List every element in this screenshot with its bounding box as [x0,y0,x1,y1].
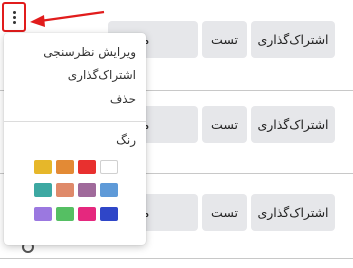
menu-divider [4,121,146,122]
options-dropdown-menu: ویرایش نظرسنجی اشتراک‌گذاری حذف رنگ [4,33,146,245]
color-swatch[interactable] [78,183,96,197]
share-button[interactable]: اشتراک‌گذاری [251,21,335,58]
share-button-label: اشتراک‌گذاری [257,32,329,47]
row-divider [0,258,353,259]
test-button-label: تست [211,205,238,220]
test-button[interactable]: تست [202,194,247,231]
color-swatch[interactable] [34,160,52,174]
menu-item-share[interactable]: اشتراک‌گذاری [68,68,136,82]
color-swatch[interactable] [56,207,74,221]
menu-item-delete[interactable]: حذف [110,92,136,106]
menu-item-label: حذف [109,92,136,106]
color-label: رنگ [116,133,136,147]
share-button-label: اشتراک‌گذاری [257,117,329,132]
color-swatch[interactable] [78,160,96,174]
color-swatch[interactable] [56,160,74,174]
menu-item-label: اشتراک‌گذاری [67,68,136,82]
test-button-label: تست [211,32,238,47]
share-button-label: اشتراک‌گذاری [257,205,329,220]
color-swatch[interactable] [34,207,52,221]
color-swatch[interactable] [56,183,74,197]
test-button[interactable]: تست [202,106,247,143]
color-swatch[interactable] [34,183,52,197]
test-button[interactable]: تست [202,21,247,58]
color-swatch[interactable] [100,207,118,221]
test-button-label: تست [211,117,238,132]
color-swatch[interactable] [78,207,96,221]
menu-item-label: ویرایش نظرسنجی [43,45,136,59]
color-swatch[interactable] [100,183,118,197]
color-swatch[interactable] [100,160,118,174]
share-button[interactable]: اشتراک‌گذاری [251,106,335,143]
share-button[interactable]: اشتراک‌گذاری [251,194,335,231]
menu-item-edit-survey[interactable]: ویرایش نظرسنجی [43,45,136,59]
